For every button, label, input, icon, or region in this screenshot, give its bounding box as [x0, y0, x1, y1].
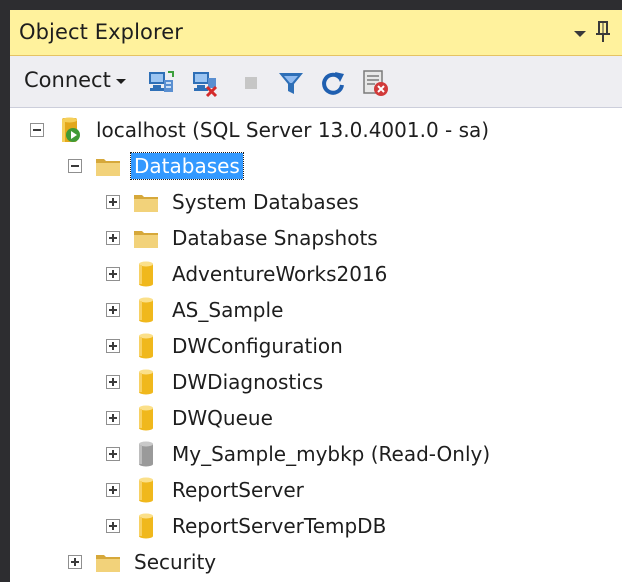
tree-node-database-child[interactable]: My_Sample_mybkp (Read-Only) — [106, 436, 493, 472]
tree-node-security[interactable]: Security — [68, 544, 219, 580]
server-icon — [62, 117, 80, 142]
database-icon — [139, 333, 153, 359]
expand-icon[interactable] — [106, 195, 120, 209]
tree-node-label: AS_Sample — [172, 298, 284, 322]
collapse-icon[interactable] — [30, 123, 44, 137]
tree-node-label: ReportServer — [172, 478, 304, 502]
database-icon — [139, 405, 153, 431]
tree-node-label: My_Sample_mybkp (Read-Only) — [172, 442, 491, 466]
database-icon — [139, 369, 153, 395]
disconnect-icon[interactable] — [190, 68, 220, 98]
tree-node-database-child[interactable]: ReportServer — [106, 472, 307, 508]
folder-icon — [96, 159, 120, 176]
tree-node-label: System Databases — [172, 190, 359, 214]
tree-node-server[interactable]: localhost (SQL Server 13.0.4001.0 - sa) — [30, 112, 492, 148]
server-label: localhost (SQL Server 13.0.4001.0 - sa) — [96, 118, 490, 142]
expand-icon[interactable] — [106, 519, 120, 533]
collapse-icon[interactable] — [68, 159, 82, 173]
window-position-dropdown-icon[interactable] — [574, 31, 586, 37]
database-icon — [139, 513, 153, 539]
panel-title: Object Explorer — [19, 20, 184, 44]
expand-icon[interactable] — [106, 483, 120, 497]
panel-titlebar: Object Explorer — [10, 10, 622, 56]
database-icon — [139, 477, 153, 503]
tree-node-label: Database Snapshots — [172, 226, 378, 250]
tree-node-database-child[interactable]: ReportServerTempDB — [106, 508, 389, 544]
pin-icon[interactable] — [592, 20, 614, 44]
filter-icon[interactable] — [276, 68, 306, 98]
tree-node-databases[interactable]: Databases — [68, 148, 244, 184]
folder-icon — [134, 231, 158, 248]
database-icon — [139, 297, 153, 323]
expand-icon[interactable] — [106, 375, 120, 389]
tree-node-label: DWConfiguration — [172, 334, 343, 358]
tree-node-database-child[interactable]: Database Snapshots — [106, 220, 381, 256]
tree-node-label: ReportServerTempDB — [172, 514, 387, 538]
folder-icon — [134, 195, 158, 212]
databases-label: Databases — [130, 152, 244, 180]
tree-node-database-child[interactable]: AdventureWorks2016 — [106, 256, 390, 292]
chevron-down-icon — [115, 78, 126, 84]
object-explorer-panel: Object Explorer Connect localhost (SQL S… — [10, 10, 622, 582]
stop-icon[interactable] — [236, 68, 266, 98]
database-icon — [139, 261, 153, 287]
database-readonly-icon — [139, 441, 153, 467]
tree-node-label: AdventureWorks2016 — [172, 262, 388, 286]
expand-icon[interactable] — [68, 555, 82, 569]
connect-object-explorer-icon[interactable] — [146, 68, 176, 98]
folder-icon — [96, 555, 120, 572]
security-label: Security — [134, 550, 217, 574]
tree-node-database-child[interactable]: DWDiagnostics — [106, 364, 326, 400]
object-explorer-tree: localhost (SQL Server 13.0.4001.0 - sa) … — [10, 108, 622, 582]
expand-icon[interactable] — [106, 303, 120, 317]
activity-monitor-icon[interactable] — [360, 68, 390, 98]
connect-button[interactable]: Connect — [24, 68, 126, 92]
tree-node-database-child[interactable]: DWConfiguration — [106, 328, 346, 364]
expand-icon[interactable] — [106, 447, 120, 461]
expand-icon[interactable] — [106, 267, 120, 281]
tree-node-database-child[interactable]: System Databases — [106, 184, 362, 220]
expand-icon[interactable] — [106, 339, 120, 353]
expand-icon[interactable] — [106, 411, 120, 425]
tree-node-label: DWDiagnostics — [172, 370, 324, 394]
refresh-icon[interactable] — [318, 68, 348, 98]
tree-node-database-child[interactable]: AS_Sample — [106, 292, 286, 328]
tree-node-label: DWQueue — [172, 406, 273, 430]
connect-label: Connect — [24, 68, 111, 92]
expand-icon[interactable] — [106, 231, 120, 245]
tree-node-database-child[interactable]: DWQueue — [106, 400, 276, 436]
object-explorer-toolbar: Connect — [10, 56, 622, 108]
